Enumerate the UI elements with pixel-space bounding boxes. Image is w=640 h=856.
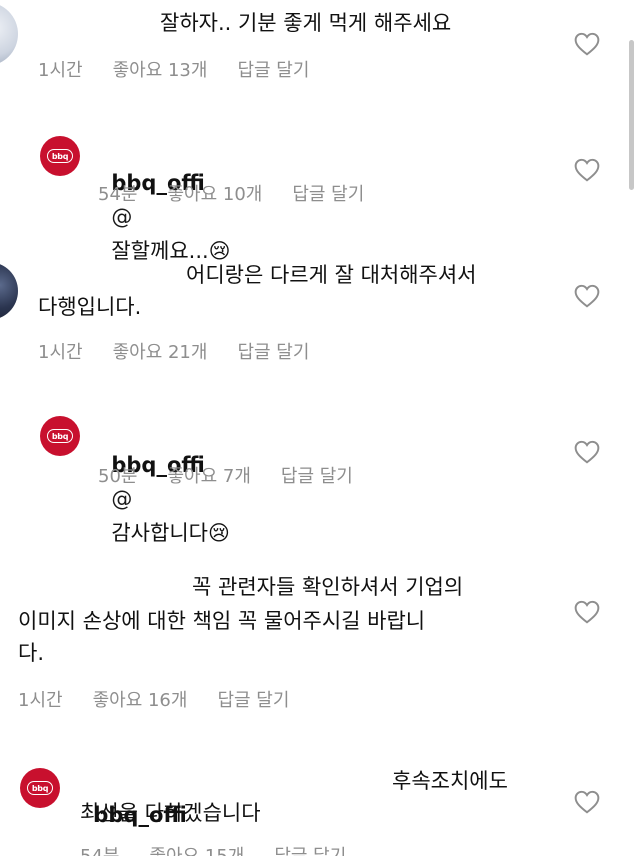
like-count[interactable]: 좋아요 13개 [113,56,208,82]
comment-meta: 1시간 좋아요 21개 답글 달기 [38,338,309,364]
comment-time: 1시간 [38,342,83,363]
redacted-name [132,210,252,224]
bbq-avatar[interactable]: bbq [40,416,80,456]
scrollbar[interactable] [629,40,634,190]
reply-time: 54분 [98,184,138,205]
comment-meta: 1시간 좋아요 13개 답글 달기 [38,56,309,82]
heart-outline-icon[interactable] [574,600,600,624]
user-avatar[interactable] [0,262,18,320]
comment-meta: 1시간 좋아요 16개 답글 달기 [18,686,289,712]
heart-outline-icon[interactable] [574,790,600,814]
reply-button[interactable]: 답글 달기 [237,56,309,82]
reply-button[interactable]: 답글 달기 [281,462,353,488]
like-count[interactable]: 좋아요 16개 [93,686,188,712]
comment-time: 1시간 [18,690,63,711]
like-count[interactable]: 좋아요 15개 [149,842,244,856]
mention[interactable]: @ [111,487,132,511]
bbq-logo: bbq [47,429,73,443]
bbq-avatar[interactable]: bbq [20,768,60,808]
mention[interactable]: @ [111,205,132,229]
heart-outline-icon[interactable] [574,32,600,56]
reply-text-line2: 최선을 다하겠습니다 [80,801,261,825]
reply-text-line1: 후속조치에도 [392,769,508,793]
bbq-logo: bbq [47,149,73,163]
reply-meta: 54분 좋아요 15개 답글 달기 [80,842,346,856]
reply-time: 50분 [98,466,138,487]
comment-text: 잘하자.. 기분 좋게 먹게 해주세요 [160,11,452,35]
reply-meta: 54분 좋아요 10개 답글 달기 [98,180,364,206]
like-count[interactable]: 좋아요 21개 [113,338,208,364]
reply-button[interactable]: 답글 달기 [292,180,364,206]
reply-meta: 50분 좋아요 7개 답글 달기 [98,462,353,488]
user-avatar[interactable] [0,2,18,66]
heart-outline-icon[interactable] [574,284,600,308]
reply-button[interactable]: 답글 달기 [237,338,309,364]
reply-button[interactable]: 답글 달기 [274,842,346,856]
comment-time: 1시간 [38,60,83,81]
heart-outline-icon[interactable] [574,158,600,182]
reply-button[interactable]: 답글 달기 [217,686,289,712]
comment-text-line1: 어디랑은 다르게 잘 대처해주셔서 [186,263,477,287]
reply-time: 54분 [80,842,119,856]
bbq-avatar[interactable]: bbq [40,136,80,176]
like-count[interactable]: 좋아요 10개 [167,180,262,206]
comment-text-line3: 다. [18,641,44,665]
redacted-name [132,492,282,506]
comment-text-line1: 꼭 관련자들 확인하셔서 기업의 [192,575,464,599]
like-count[interactable]: 좋아요 7개 [167,462,250,488]
comment-text-line2: 다행입니다. [38,295,142,319]
heart-outline-icon[interactable] [574,440,600,464]
bbq-logo: bbq [27,781,53,795]
comment-text-line2: 이미지 손상에 대한 책임 꼭 물어주시길 바랍니 [18,609,426,633]
reply-text: 감사합니다😢 [111,521,230,545]
